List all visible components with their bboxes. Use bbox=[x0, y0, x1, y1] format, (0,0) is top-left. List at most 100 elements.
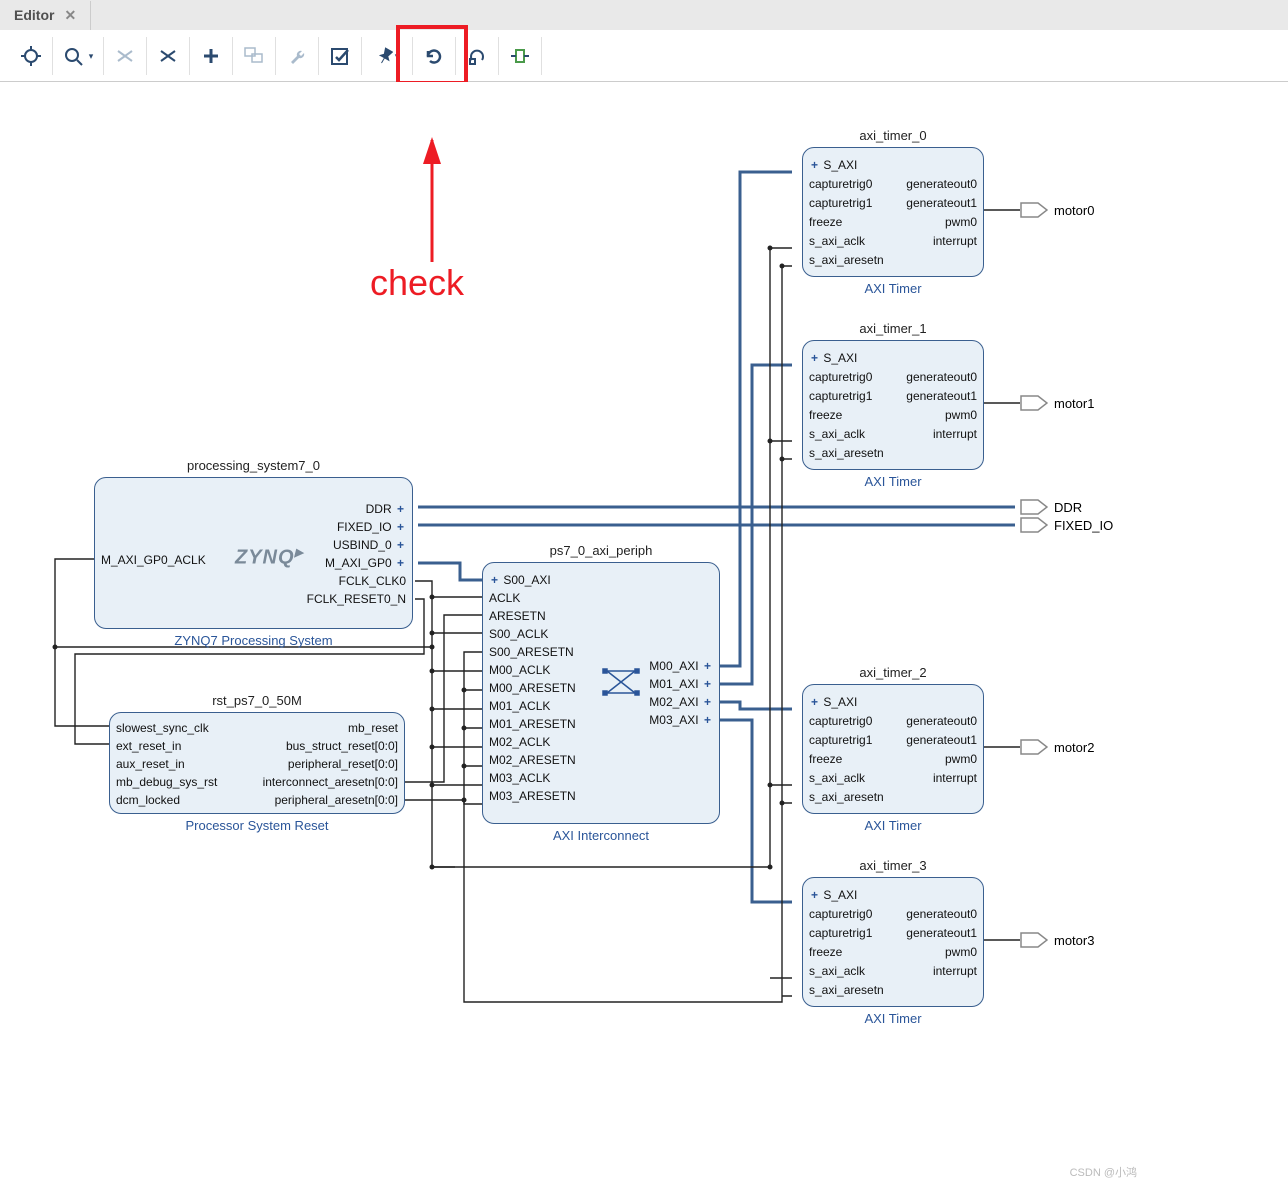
fit-vertical-icon[interactable] bbox=[147, 37, 190, 75]
port-ext-reset-in: ext_reset_in bbox=[116, 739, 181, 753]
zoom-icon[interactable]: ▾ bbox=[53, 37, 104, 75]
tab-title: Editor bbox=[14, 7, 54, 23]
block-title: axi_timer_2 bbox=[803, 665, 983, 680]
port-m-axi-gp0: M_AXI_GP0 + bbox=[325, 556, 406, 570]
port-s-axi: + S_AXI bbox=[809, 351, 857, 365]
ext-port-motor2: motor2 bbox=[1020, 739, 1094, 755]
port-capturetrig1: capturetrig1 bbox=[809, 733, 872, 747]
block-axi-timer-1[interactable]: axi_timer_1+ S_AXIcapturetrig0capturetri… bbox=[802, 340, 984, 470]
block-axi-timer-2[interactable]: axi_timer_2+ S_AXIcapturetrig0capturetri… bbox=[802, 684, 984, 814]
port-m03-aresetn: M03_ARESETN bbox=[489, 789, 576, 803]
block-design-canvas[interactable]: check bbox=[0, 82, 1145, 1182]
port-fclk-reset0n: FCLK_RESET0_N bbox=[307, 592, 406, 606]
toolbar: ▾ ▾ bbox=[0, 31, 1288, 82]
port-generateout0: generateout0 bbox=[906, 177, 977, 191]
port-capturetrig0: capturetrig0 bbox=[809, 907, 872, 921]
port-slowest-sync-clk: slowest_sync_clk bbox=[116, 721, 209, 735]
port-m00-aresetn: M00_ARESETN bbox=[489, 681, 576, 695]
block-title: axi_timer_1 bbox=[803, 321, 983, 336]
port-freeze: freeze bbox=[809, 215, 842, 229]
port-s-axi-aresetn: s_axi_aresetn bbox=[809, 790, 884, 804]
port-m02-axi: M02_AXI + bbox=[649, 695, 713, 709]
port-m02-aclk: M02_ACLK bbox=[489, 735, 550, 749]
port-interrupt: interrupt bbox=[933, 964, 977, 978]
port-mb-reset: mb_reset bbox=[348, 721, 398, 735]
port-aresetn: ARESETN bbox=[489, 609, 546, 623]
port-m02-aresetn: M02_ARESETN bbox=[489, 753, 576, 767]
ext-port-motor0: motor0 bbox=[1020, 202, 1094, 218]
port-pwm0: pwm0 bbox=[945, 752, 977, 766]
block-title: processing_system7_0 bbox=[95, 458, 412, 473]
block-axi-interconnect[interactable]: ps7_0_axi_periph + S00_AXI ACLK ARESETN … bbox=[482, 562, 720, 824]
wrench-icon[interactable] bbox=[276, 37, 319, 75]
block-processing-system7[interactable]: processing_system7_0 M_AXI_GP0_ACLK ZYNQ… bbox=[94, 477, 413, 629]
block-title: rst_ps7_0_50M bbox=[110, 693, 404, 708]
block-type: ZYNQ7 Processing System bbox=[95, 633, 412, 648]
watermark: CSDN @小鸿 bbox=[1070, 1164, 1137, 1180]
port-freeze: freeze bbox=[809, 408, 842, 422]
block-type: AXI Timer bbox=[803, 1011, 983, 1026]
port-pwm0: pwm0 bbox=[945, 215, 977, 229]
port-m03-aclk: M03_ACLK bbox=[489, 771, 550, 785]
port-interconnect-aresetn: interconnect_aresetn[0:0] bbox=[263, 775, 398, 789]
tab-editor[interactable]: Editor ✕ bbox=[0, 1, 91, 30]
group-icon[interactable] bbox=[233, 37, 276, 75]
block-title: ps7_0_axi_periph bbox=[483, 543, 719, 558]
check-icon[interactable] bbox=[319, 37, 362, 75]
block-type: AXI Interconnect bbox=[483, 828, 719, 843]
ext-port-motor1: motor1 bbox=[1020, 395, 1094, 411]
ext-port-motor3: motor3 bbox=[1020, 932, 1094, 948]
block-axi-timer-3[interactable]: axi_timer_3+ S_AXIcapturetrig0capturetri… bbox=[802, 877, 984, 1007]
rotate-icon[interactable] bbox=[456, 37, 499, 75]
add-icon[interactable] bbox=[190, 37, 233, 75]
annotation-text: check bbox=[370, 262, 464, 304]
expand-icon[interactable] bbox=[499, 37, 542, 75]
block-axi-timer-0[interactable]: axi_timer_0+ S_AXIcapturetrig0capturetri… bbox=[802, 147, 984, 277]
tab-bar: Editor ✕ bbox=[0, 0, 1288, 31]
port-mb-debug-sys-rst: mb_debug_sys_rst bbox=[116, 775, 217, 789]
port-s00-aresetn: S00_ARESETN bbox=[489, 645, 574, 659]
ext-port-ddr: DDR bbox=[1020, 499, 1082, 515]
port-interrupt: interrupt bbox=[933, 427, 977, 441]
fit-horizontal-icon[interactable] bbox=[104, 37, 147, 75]
port-m00-axi: M00_AXI + bbox=[649, 659, 713, 673]
port-fclk-clk0: FCLK_CLK0 bbox=[339, 574, 406, 588]
pin-icon[interactable]: ▾ bbox=[362, 37, 413, 75]
block-type: Processor System Reset bbox=[110, 818, 404, 833]
port-s-axi-aclk: s_axi_aclk bbox=[809, 427, 865, 441]
port-s-axi-aclk: s_axi_aclk bbox=[809, 234, 865, 248]
port-s-axi-aclk: s_axi_aclk bbox=[809, 771, 865, 785]
port-generateout0: generateout0 bbox=[906, 907, 977, 921]
tab-close-icon[interactable]: ✕ bbox=[64, 7, 76, 24]
port-s-axi-aresetn: s_axi_aresetn bbox=[809, 253, 884, 267]
port-generateout1: generateout1 bbox=[906, 389, 977, 403]
port-peripheral-reset: peripheral_reset[0:0] bbox=[288, 757, 398, 771]
port-generateout0: generateout0 bbox=[906, 714, 977, 728]
port-s-axi-aclk: s_axi_aclk bbox=[809, 964, 865, 978]
block-title: axi_timer_3 bbox=[803, 858, 983, 873]
port-generateout0: generateout0 bbox=[906, 370, 977, 384]
port-s00-axi: + S00_AXI bbox=[489, 573, 551, 587]
port-capturetrig0: capturetrig0 bbox=[809, 177, 872, 191]
port-generateout1: generateout1 bbox=[906, 926, 977, 940]
block-rst-ps7[interactable]: rst_ps7_0_50M slowest_sync_clk ext_reset… bbox=[109, 712, 405, 814]
port-peripheral-aresetn: peripheral_aresetn[0:0] bbox=[275, 793, 398, 807]
ext-port-fixed-io: FIXED_IO bbox=[1020, 517, 1113, 533]
port-m03-axi: M03_AXI + bbox=[649, 713, 713, 727]
port-m01-aclk: M01_ACLK bbox=[489, 699, 550, 713]
port-s-axi: + S_AXI bbox=[809, 888, 857, 902]
port-m-axi-gp0-aclk: M_AXI_GP0_ACLK bbox=[101, 553, 206, 567]
port-pwm0: pwm0 bbox=[945, 408, 977, 422]
port-s00-aclk: S00_ACLK bbox=[489, 627, 548, 641]
port-fixed-io: FIXED_IO + bbox=[337, 520, 406, 534]
port-freeze: freeze bbox=[809, 752, 842, 766]
refresh-icon[interactable] bbox=[413, 37, 456, 75]
port-capturetrig0: capturetrig0 bbox=[809, 370, 872, 384]
port-aclk: ACLK bbox=[489, 591, 520, 605]
zynq-logo: ZYNQ▶ bbox=[235, 546, 304, 570]
target-icon[interactable] bbox=[10, 37, 53, 75]
port-generateout1: generateout1 bbox=[906, 733, 977, 747]
port-generateout1: generateout1 bbox=[906, 196, 977, 210]
port-capturetrig1: capturetrig1 bbox=[809, 389, 872, 403]
port-aux-reset-in: aux_reset_in bbox=[116, 757, 185, 771]
